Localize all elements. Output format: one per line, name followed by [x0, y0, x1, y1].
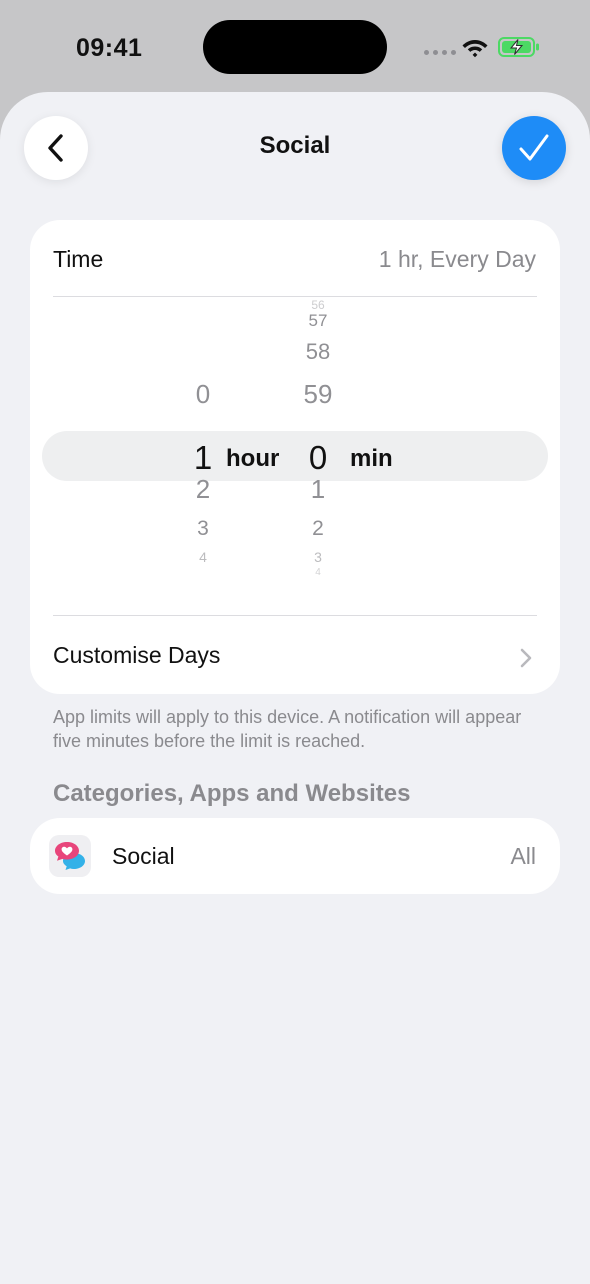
- social-chat-heart-icon: [49, 835, 91, 877]
- cellular-signal-icon: [424, 50, 456, 55]
- hour-unit-label: hour: [226, 445, 280, 472]
- categories-section-header: Categories, Apps and Websites: [53, 780, 411, 807]
- divider: [53, 615, 537, 616]
- hour-selected[interactable]: 1: [180, 439, 226, 477]
- hour-option[interactable]: 0: [180, 379, 226, 410]
- minute-unit-label: min: [350, 445, 393, 472]
- minute-option[interactable]: 56: [292, 298, 344, 312]
- divider: [53, 296, 537, 297]
- minute-option[interactable]: 59: [292, 379, 344, 410]
- battery-charging-icon: [498, 37, 539, 57]
- minute-option[interactable]: 2: [292, 517, 344, 541]
- minute-option[interactable]: 57: [292, 311, 344, 331]
- minute-option[interactable]: 1: [292, 474, 344, 505]
- time-value[interactable]: 1 hr, Every Day: [379, 246, 536, 273]
- status-bar: 09:41: [0, 0, 590, 92]
- status-time: 09:41: [76, 34, 143, 62]
- minute-option[interactable]: 4: [292, 567, 344, 578]
- duration-picker[interactable]: 0 1 2 3 4 hour 56 57 58 59 0 1 2 3 4 min: [30, 298, 560, 614]
- time-label: Time: [53, 246, 104, 272]
- hour-option[interactable]: 3: [180, 517, 226, 541]
- time-limit-card: Time 1 hr, Every Day 0 1 2 3 4 hour 56 5…: [30, 220, 560, 694]
- minute-selected[interactable]: 0: [292, 439, 344, 477]
- chevron-right-icon: [520, 648, 532, 668]
- category-name: Social: [112, 843, 175, 869]
- minute-option[interactable]: 3: [292, 549, 344, 565]
- app-limit-sheet: Social Time 1 hr, Every Day 0 1 2 3 4 ho…: [0, 92, 590, 1284]
- minute-option[interactable]: 58: [292, 339, 344, 365]
- app-limit-footnote: App limits will apply to this device. A …: [53, 707, 522, 751]
- category-row-social[interactable]: Social All: [30, 818, 560, 894]
- done-button[interactable]: [502, 116, 566, 180]
- dynamic-island: [203, 20, 387, 74]
- hour-option[interactable]: 4: [180, 549, 226, 565]
- category-scope: All: [510, 843, 536, 869]
- checkmark-icon: [519, 134, 549, 161]
- hour-option[interactable]: 2: [180, 474, 226, 505]
- customise-days-button[interactable]: Customise Days: [53, 642, 220, 669]
- wifi-icon: [462, 40, 488, 58]
